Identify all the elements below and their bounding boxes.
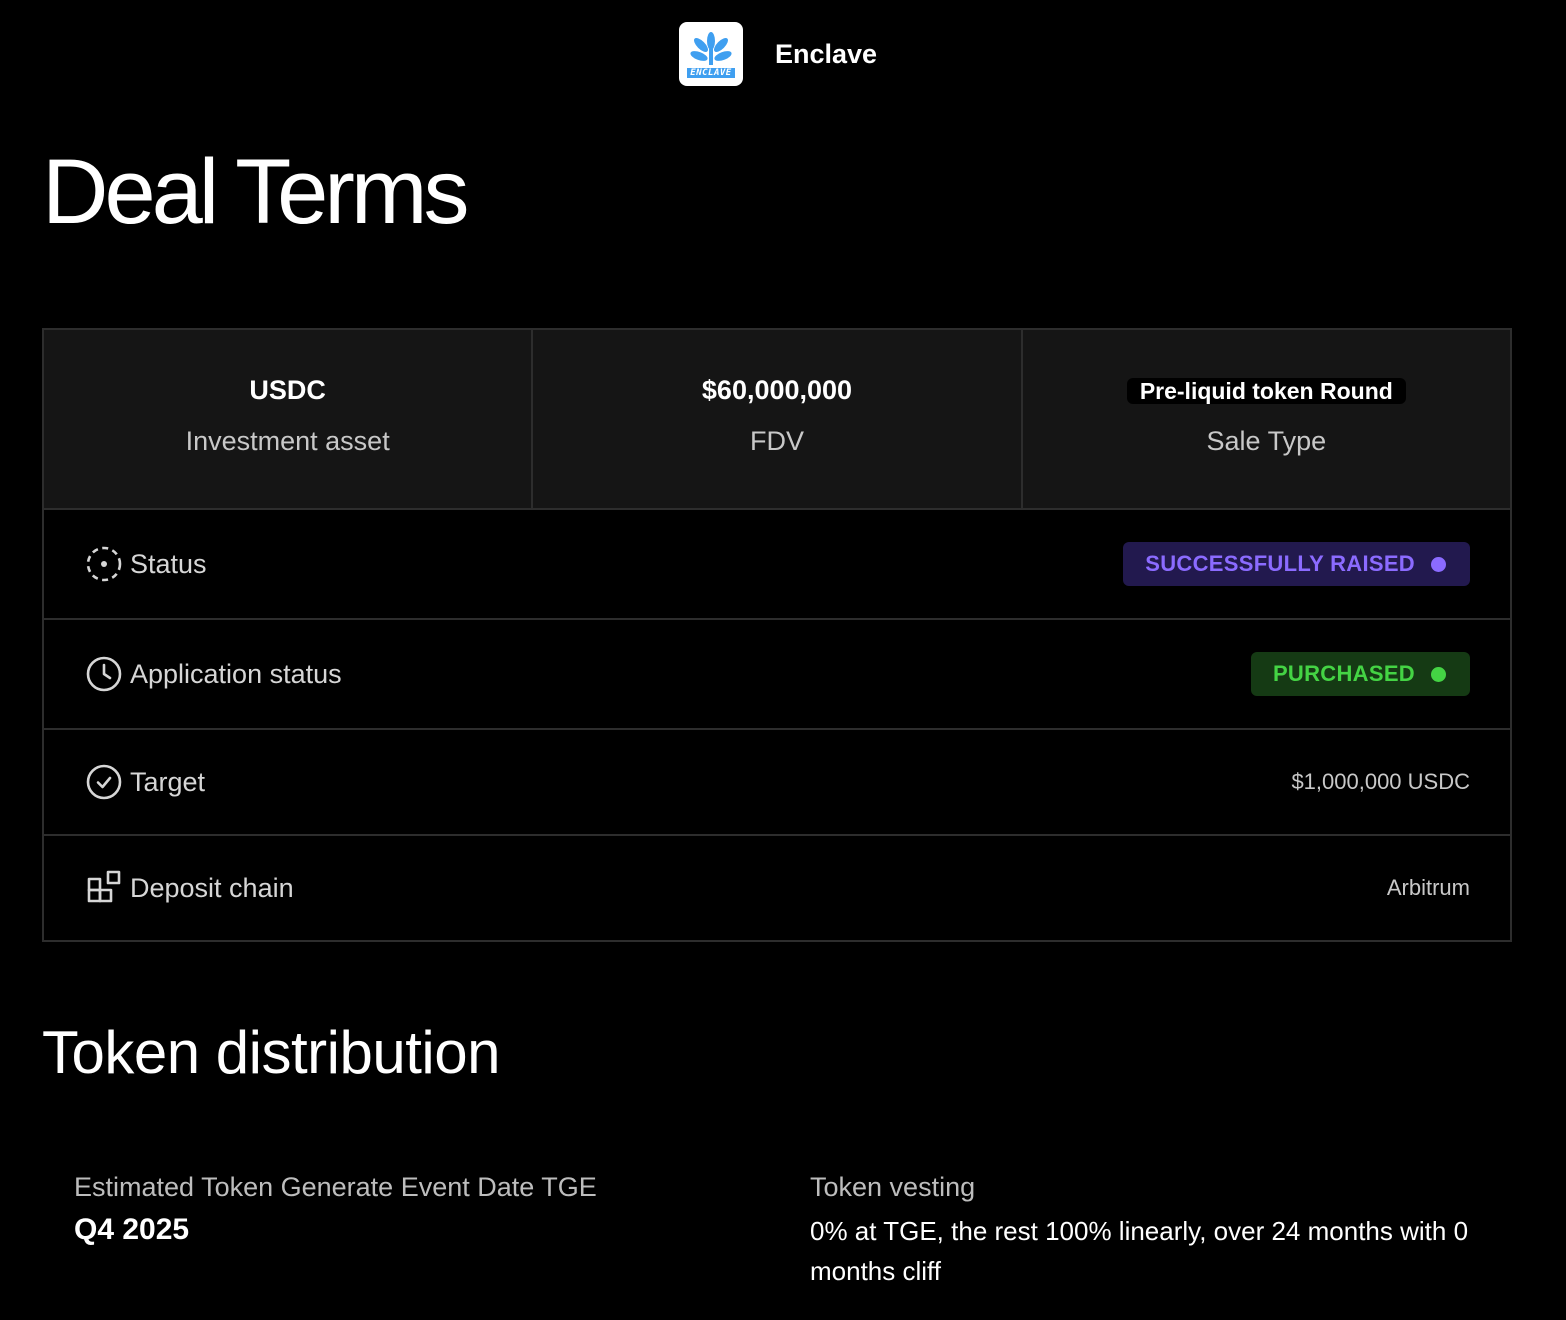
target-label: Target	[130, 766, 206, 797]
deposit-chain-label: Deposit chain	[130, 872, 294, 903]
clock-icon	[84, 654, 124, 694]
target-value: $1,000,000 USDC	[1291, 769, 1470, 794]
application-status-dot	[1431, 666, 1446, 682]
token-distribution-title: Token distribution	[42, 1019, 500, 1086]
application-status-label-group: Application status	[84, 654, 342, 694]
fdv-cell: $60,000,000 FDV	[531, 330, 1020, 508]
tge-value: Q4 2025	[74, 1213, 190, 1246]
investment-asset-cell: USDC Investment asset	[44, 330, 531, 508]
fdv-label: FDV	[749, 426, 804, 456]
target-row: Target $1,000,000 USDC	[44, 730, 1510, 836]
tge-label: Estimated Token Generate Event Date TGE	[74, 1172, 597, 1202]
vesting-label: Token vesting	[810, 1172, 976, 1202]
status-dot	[1431, 556, 1446, 572]
deposit-chain-row: Deposit chain Arbitrum	[44, 836, 1510, 940]
project-brand[interactable]: ENCLAVE Enclave	[679, 22, 877, 86]
dashed-circle-icon	[84, 544, 124, 584]
vesting-block: Token vesting 0% at TGE, the rest 100% l…	[810, 1172, 1470, 1291]
investment-asset-label: Investment asset	[185, 426, 390, 456]
fdv-value: $60,000,000	[701, 375, 853, 405]
application-status-badge-text: PURCHASED	[1272, 661, 1415, 686]
application-status-label: Application status	[130, 658, 342, 689]
tge-block: Estimated Token Generate Event Date TGE …	[74, 1172, 597, 1247]
application-status-row: Application status PURCHASED	[44, 620, 1510, 730]
deposit-chain-label-group: Deposit chain	[84, 868, 294, 908]
sale-type-value-wrap: Pre-liquid token Round	[1126, 370, 1406, 410]
enclave-logo: ENCLAVE	[679, 22, 743, 86]
deposit-chain-value: Arbitrum	[1386, 875, 1470, 900]
page-title: Deal Terms	[42, 141, 470, 243]
status-row: Status SUCCESSFULLY RAISED	[44, 510, 1510, 620]
deal-terms-table: USDC Investment asset $60,000,000 FDV Pr…	[42, 328, 1512, 942]
logo-wordmark: ENCLAVE	[687, 67, 735, 78]
brand-name[interactable]: Enclave	[775, 39, 877, 70]
summary-row: USDC Investment asset $60,000,000 FDV Pr…	[44, 330, 1510, 510]
status-label-group: Status	[84, 544, 207, 584]
sale-type-cell: Pre-liquid token Round Sale Type	[1020, 330, 1510, 508]
sale-type-pill: Pre-liquid token Round	[1126, 378, 1406, 404]
check-circle-icon	[84, 762, 124, 802]
page: ENCLAVE Enclave Deal Terms USDC Investme…	[0, 0, 1566, 1320]
investment-asset-value: USDC	[249, 375, 326, 405]
status-badge: SUCCESSFULLY RAISED	[1123, 542, 1470, 586]
application-status-badge: PURCHASED	[1250, 652, 1470, 696]
vesting-value: 0% at TGE, the rest 100% linearly, over …	[810, 1216, 1469, 1286]
palm-leaf-icon	[690, 31, 732, 65]
blocks-icon	[84, 868, 124, 908]
sale-type-label: Sale Type	[1206, 426, 1327, 456]
target-label-group: Target	[84, 762, 205, 802]
status-badge-text: SUCCESSFULLY RAISED	[1145, 551, 1415, 576]
status-label: Status	[130, 548, 207, 579]
